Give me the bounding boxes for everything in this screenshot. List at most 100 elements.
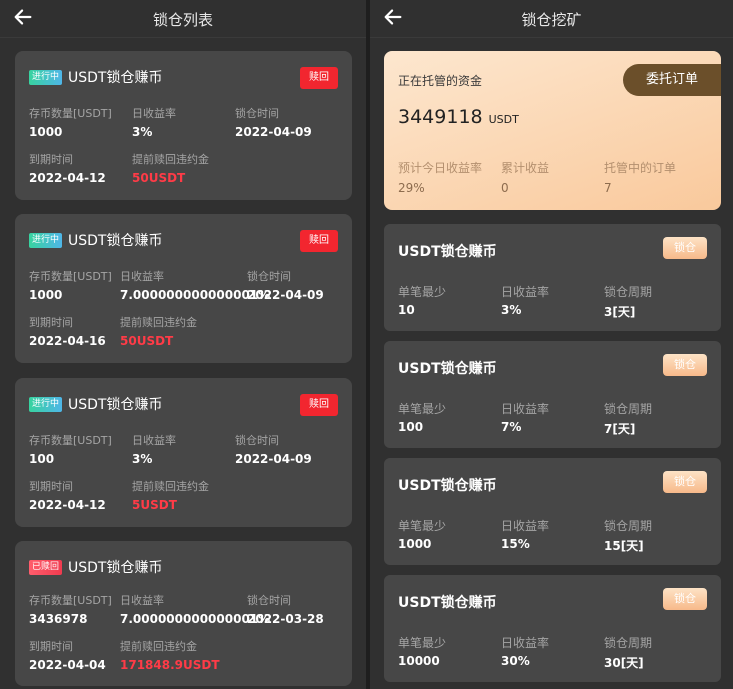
period-value: 30[天] <box>604 656 644 670</box>
custody-amount-value: 3449118 <box>398 106 483 128</box>
redeem-button[interactable]: 赎回 <box>300 230 338 252</box>
period-label: 锁仓周期 <box>604 402 653 416</box>
min-amount-label: 单笔最少 <box>398 285 447 299</box>
expire-value: 2022-04-12 <box>29 498 106 512</box>
penalty-value: 50USDT <box>120 334 174 348</box>
stat-label: 托管中的订单 <box>604 161 677 175</box>
product-title: USDT锁仓赚币 <box>398 361 497 377</box>
lock-order-card: 进行中 USDT锁仓赚币 赎回 存币数量[USDT] 日收益率 锁仓时间 100… <box>15 378 352 527</box>
penalty-value: 50USDT <box>132 171 186 185</box>
quantity-value: 1000 <box>29 288 63 302</box>
period-label: 锁仓周期 <box>604 519 653 533</box>
card-title: USDT锁仓赚币 <box>68 397 163 413</box>
entrust-orders-button[interactable]: 委托订单 <box>623 64 721 96</box>
rate-label: 日收益率 <box>120 270 164 283</box>
card-title: USDT锁仓赚币 <box>68 233 163 249</box>
card-title: USDT锁仓赚币 <box>68 560 163 576</box>
status-badge: 进行中 <box>29 396 63 412</box>
quantity-label: 存币数量[USDT] <box>29 107 112 120</box>
product-title: USDT锁仓赚币 <box>398 595 497 611</box>
rate-label: 日收益率 <box>501 636 550 650</box>
lock-time-label: 锁仓时间 <box>247 270 291 283</box>
penalty-value: 5USDT <box>132 498 177 512</box>
rate-value: 3% <box>132 452 153 466</box>
min-amount-label: 单笔最少 <box>398 636 447 650</box>
card-title: USDT锁仓赚币 <box>68 70 163 86</box>
stat-value: 0 <box>501 181 509 195</box>
card-header: 进行中 USDT锁仓赚币 <box>29 230 162 250</box>
penalty-value: 171848.9USDT <box>120 658 220 672</box>
lock-button[interactable]: 锁仓 <box>663 354 707 376</box>
stat-value: 7 <box>604 181 612 195</box>
lock-time-value: 2022-04-09 <box>235 125 312 139</box>
lock-order-card: 进行中 USDT锁仓赚币 赎回 存币数量[USDT] 日收益率 锁仓时间 100… <box>15 51 352 200</box>
rate-value: 15% <box>501 537 530 551</box>
expire-label: 到期时间 <box>29 153 73 166</box>
min-amount-value: 1000 <box>398 537 432 551</box>
redeem-button[interactable]: 赎回 <box>300 394 338 416</box>
card-header: 进行中 USDT锁仓赚币 <box>29 67 162 87</box>
period-label: 锁仓周期 <box>604 636 653 650</box>
card-header: 已赎回 USDT锁仓赚币 <box>29 557 162 577</box>
expire-value: 2022-04-04 <box>29 658 106 672</box>
penalty-label: 提前赎回违约金 <box>120 640 197 653</box>
rate-value: 30% <box>501 654 530 668</box>
expire-label: 到期时间 <box>29 640 73 653</box>
penalty-label: 提前赎回违约金 <box>132 480 209 493</box>
lock-time-value: 2022-04-09 <box>235 452 312 466</box>
custody-amount: 3449118 USDT <box>398 106 519 128</box>
period-label: 锁仓周期 <box>604 285 653 299</box>
min-amount-value: 10 <box>398 303 415 317</box>
product-card: USDT锁仓赚币 锁仓 单笔最少 日收益率 锁仓周期 10000 30% 30[… <box>384 575 721 682</box>
rate-value: 3% <box>132 125 153 139</box>
min-amount-value: 10000 <box>398 654 440 668</box>
lock-order-card: 进行中 USDT锁仓赚币 赎回 存币数量[USDT] 日收益率 锁仓时间 100… <box>15 214 352 363</box>
quantity-value: 100 <box>29 452 55 466</box>
rate-label: 日收益率 <box>501 285 550 299</box>
status-badge: 已赎回 <box>29 559 63 575</box>
lock-time-label: 锁仓时间 <box>235 107 279 120</box>
page-title: 锁仓挖矿 <box>521 11 582 29</box>
rate-label: 日收益率 <box>120 594 164 607</box>
card-header: 进行中 USDT锁仓赚币 <box>29 394 162 414</box>
rate-label: 日收益率 <box>132 434 176 447</box>
stat-label: 累计收益 <box>501 161 550 175</box>
status-badge: 进行中 <box>29 69 63 85</box>
rate-value: 7% <box>501 420 522 434</box>
penalty-label: 提前赎回违约金 <box>120 316 197 329</box>
stat-value: 29% <box>398 181 425 195</box>
expire-label: 到期时间 <box>29 316 73 329</box>
product-title: USDT锁仓赚币 <box>398 244 497 260</box>
period-value: 3[天] <box>604 305 636 319</box>
lock-mining-screen: 锁仓挖矿 正在托管的资金 3449118 USDT 委托订单 预计今日收益率 累计… <box>370 0 733 689</box>
expire-label: 到期时间 <box>29 480 73 493</box>
redeem-button[interactable]: 赎回 <box>300 67 338 89</box>
page-title: 锁仓列表 <box>152 11 213 29</box>
custody-title: 正在托管的资金 <box>398 74 483 88</box>
min-amount-value: 100 <box>398 420 424 434</box>
quantity-label: 存币数量[USDT] <box>29 594 112 607</box>
expire-value: 2022-04-12 <box>29 171 106 185</box>
min-amount-label: 单笔最少 <box>398 519 447 533</box>
top-bar: 锁仓挖矿 <box>370 0 733 38</box>
top-bar: 锁仓列表 <box>0 0 366 38</box>
quantity-label: 存币数量[USDT] <box>29 434 112 447</box>
product-title: USDT锁仓赚币 <box>398 478 497 494</box>
penalty-label: 提前赎回违约金 <box>132 153 209 166</box>
period-value: 7[天] <box>604 422 636 436</box>
rate-label: 日收益率 <box>132 107 176 120</box>
product-card: USDT锁仓赚币 锁仓 单笔最少 日收益率 锁仓周期 1000 15% 15[天… <box>384 458 721 565</box>
lock-list-screen: 锁仓列表 进行中 USDT锁仓赚币 赎回 存币数量[USDT] 日收益率 锁仓时… <box>0 0 366 689</box>
lock-time-value: 2022-03-28 <box>247 612 324 626</box>
quantity-value: 3436978 <box>29 612 88 626</box>
rate-value: 3% <box>501 303 522 317</box>
lock-button[interactable]: 锁仓 <box>663 588 707 610</box>
custody-amount-unit: USDT <box>488 113 519 126</box>
lock-button[interactable]: 锁仓 <box>663 237 707 259</box>
min-amount-label: 单笔最少 <box>398 402 447 416</box>
quantity-value: 1000 <box>29 125 63 139</box>
lock-button[interactable]: 锁仓 <box>663 471 707 493</box>
lock-time-value: 2022-04-09 <box>247 288 324 302</box>
product-card: USDT锁仓赚币 锁仓 单笔最少 日收益率 锁仓周期 100 7% 7[天] <box>384 341 721 448</box>
lock-time-label: 锁仓时间 <box>247 594 291 607</box>
